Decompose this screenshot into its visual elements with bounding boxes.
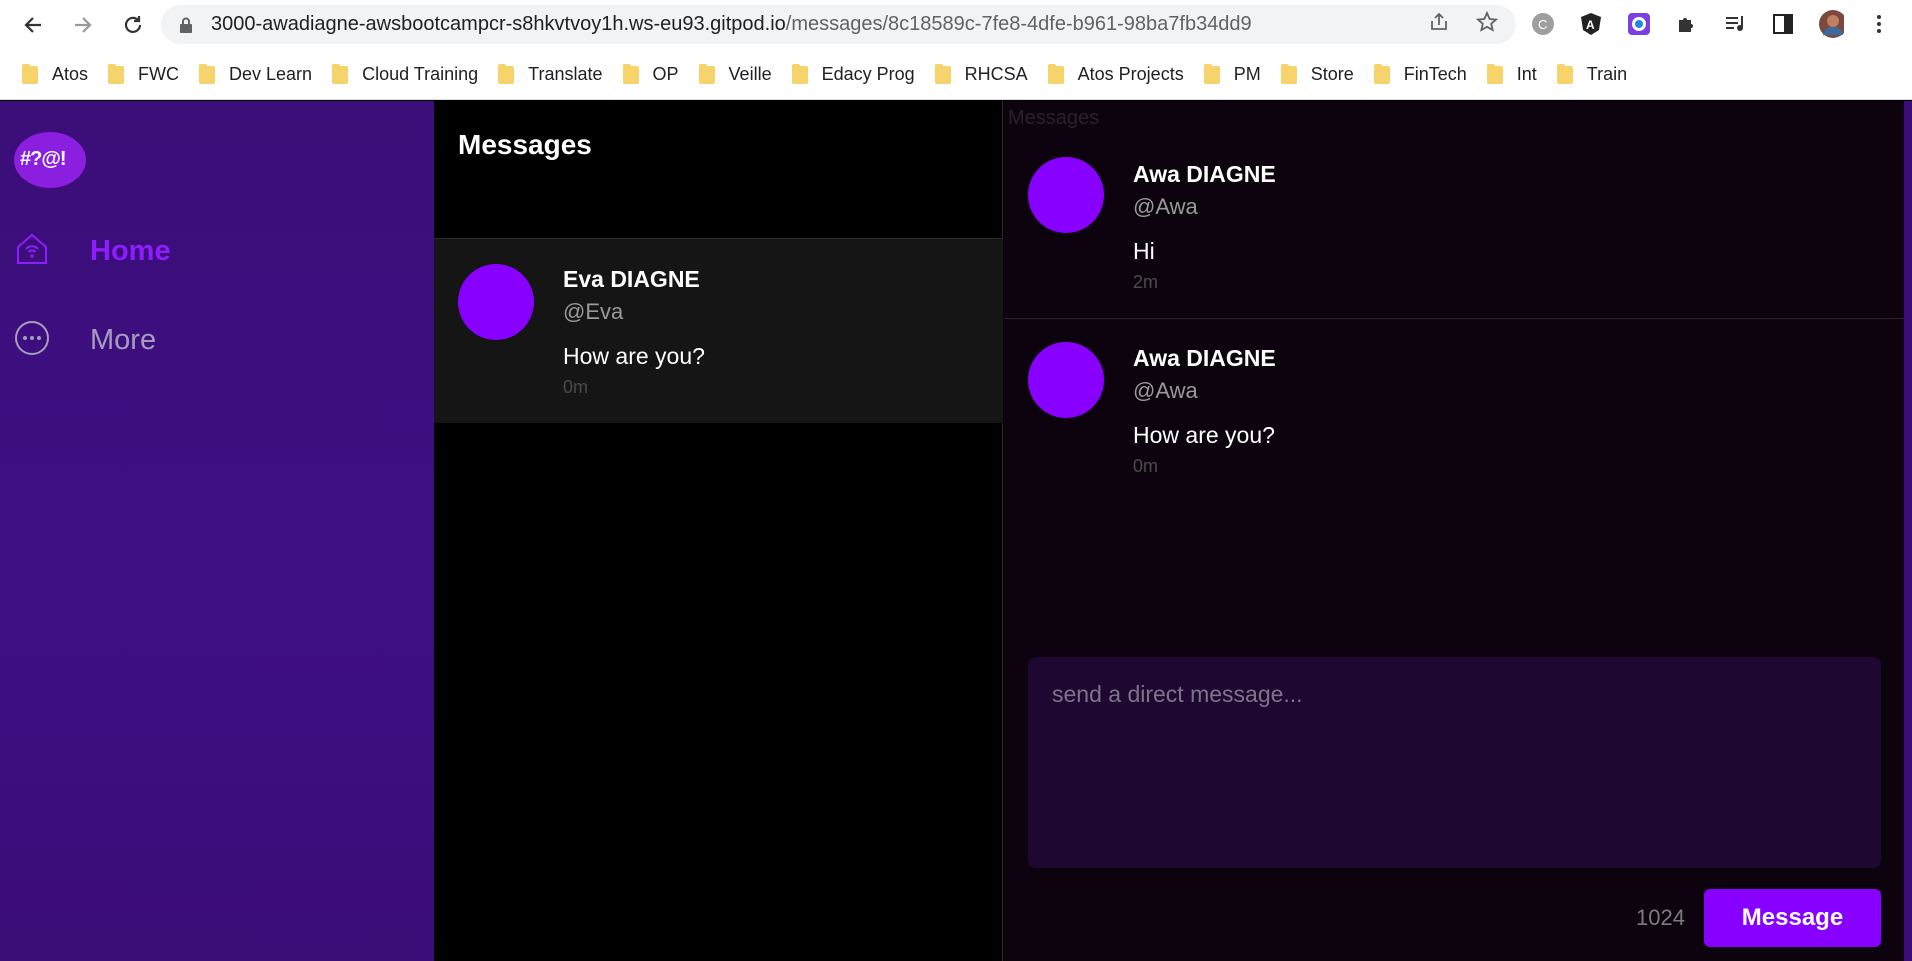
message-author: Awa DIAGNE (1133, 345, 1276, 371)
folder-icon (698, 63, 715, 84)
conversation-preview: How are you? (563, 343, 705, 369)
bookmark-folder[interactable]: FWC (108, 63, 179, 85)
folder-icon (1373, 63, 1390, 84)
message-text: Hi (1133, 238, 1155, 264)
message-handle: @Awa (1133, 378, 1198, 403)
right-edge (1904, 101, 1912, 961)
folder-icon (1556, 63, 1573, 84)
character-count: 1024 (1636, 905, 1685, 930)
conversation-item[interactable]: Eva DIAGNE @Eva How are you? 0m (434, 239, 1003, 423)
bookmark-folder[interactable]: Translate (498, 63, 603, 85)
svg-text:C: C (1538, 17, 1547, 32)
url-text[interactable]: 3000-awadiagne-awsbootcampcr-s8hkvtvoy1h… (211, 13, 1252, 36)
extension-c-icon[interactable]: C (1530, 11, 1556, 37)
sidebar-item-more[interactable]: More (14, 320, 156, 361)
message-time: 0m (1133, 456, 1159, 476)
angular-icon[interactable]: A (1578, 11, 1604, 37)
side-panel-icon[interactable] (1770, 11, 1796, 37)
browser-toolbar: 3000-awadiagne-awsbootcampcr-s8hkvtvoy1h… (0, 0, 1912, 50)
conversation-list: Messages Eva DIAGNE @Eva How are you? 0m (434, 101, 1003, 961)
folder-icon (498, 63, 515, 84)
direct-message-input[interactable] (1028, 657, 1881, 868)
folder-icon (332, 63, 349, 84)
lock-icon[interactable] (179, 17, 193, 33)
bookmarks-bar: Atos FWC Dev Learn Cloud Training Transl… (0, 50, 1912, 100)
message-handle: @Awa (1133, 194, 1198, 219)
avatar (1028, 342, 1104, 418)
message-author: Awa DIAGNE (1133, 161, 1276, 187)
bookmark-folder[interactable]: PM (1203, 63, 1261, 85)
sidebar: #?@! Home More (0, 101, 434, 961)
conversation-name: Eva DIAGNE (563, 266, 700, 292)
conversation-handle: @Eva (563, 299, 624, 324)
conversation-time: 0m (563, 377, 589, 397)
bookmark-folder[interactable]: FinTech (1373, 63, 1467, 85)
folder-icon (22, 63, 38, 84)
bookmark-folder[interactable]: Atos Projects (1047, 63, 1184, 85)
folder-icon (622, 63, 639, 84)
folder-icon (791, 63, 808, 84)
sidebar-item-label: Home (90, 235, 171, 267)
bookmark-folder[interactable]: Edacy Prog (791, 63, 915, 85)
home-icon (14, 231, 50, 272)
folder-icon (199, 63, 216, 84)
kebab-menu-icon[interactable] (1866, 11, 1892, 37)
more-icon (14, 320, 50, 361)
message-thread: Messages Awa DIAGNE @Awa Hi 2m Awa DIAGN… (1004, 101, 1904, 961)
media-control-icon[interactable] (1722, 11, 1748, 37)
bookmark-folder[interactable]: RHCSA (934, 63, 1028, 85)
bookmark-folder[interactable]: OP (622, 63, 679, 85)
sidebar-item-label: More (90, 324, 157, 356)
message-composer (1028, 657, 1881, 868)
message-time: 2m (1133, 272, 1159, 292)
bookmark-folder[interactable]: Store (1280, 63, 1354, 85)
message-item: Awa DIAGNE @Awa How are you? 0m (1004, 319, 1904, 519)
puzzle-icon[interactable] (1674, 11, 1700, 37)
avatar (458, 264, 534, 340)
reload-icon[interactable] (118, 10, 148, 40)
avatar (1028, 157, 1104, 233)
bookmark-folder[interactable]: Train (1556, 63, 1627, 85)
bookmark-folder[interactable]: Veille (698, 63, 772, 85)
folder-icon (934, 63, 951, 84)
share-icon[interactable] (1428, 11, 1450, 38)
bookmark-folder[interactable]: Atos (22, 63, 88, 85)
bookmark-folder[interactable]: Int (1486, 63, 1537, 85)
message-item: Awa DIAGNE @Awa Hi 2m (1004, 101, 1904, 319)
folder-icon (1047, 63, 1064, 84)
logo[interactable]: #?@! (14, 132, 86, 192)
sidebar-item-home[interactable]: Home (14, 231, 171, 272)
folder-icon (1280, 63, 1297, 84)
color-picker-icon[interactable] (1626, 11, 1652, 37)
folder-icon (1203, 63, 1220, 84)
send-message-button[interactable]: Message (1704, 889, 1881, 947)
forward-icon[interactable] (68, 10, 98, 40)
address-bar[interactable]: 3000-awadiagne-awsbootcampcr-s8hkvtvoy1h… (161, 5, 1516, 44)
bookmark-folder[interactable]: Cloud Training (332, 63, 478, 85)
svg-text:A: A (1586, 18, 1595, 32)
page-title: Messages (458, 129, 592, 160)
bookmark-folder[interactable]: Dev Learn (199, 63, 312, 85)
message-text: How are you? (1133, 422, 1275, 448)
star-icon[interactable] (1475, 10, 1499, 38)
profile-avatar[interactable] (1818, 10, 1844, 38)
folder-icon (108, 63, 125, 84)
back-icon[interactable] (18, 10, 48, 40)
folder-icon (1486, 63, 1503, 84)
